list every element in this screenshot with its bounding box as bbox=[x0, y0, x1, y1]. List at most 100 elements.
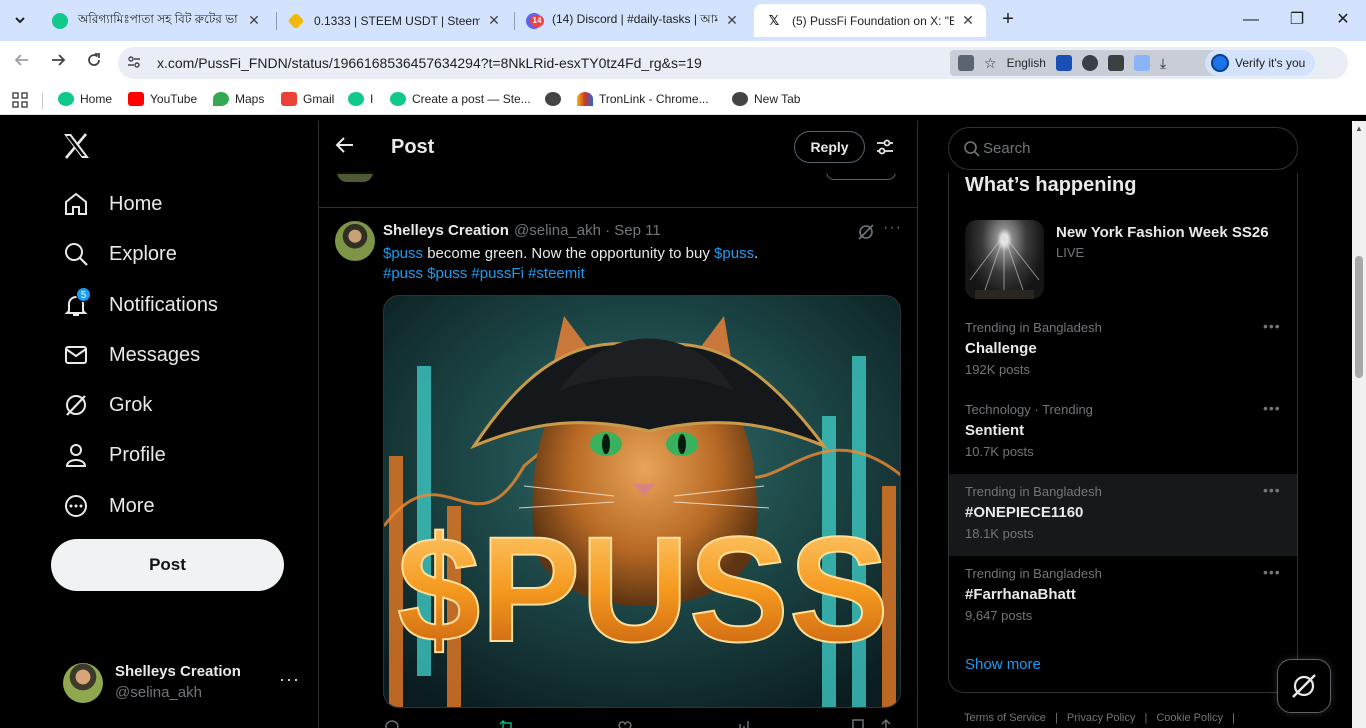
star-icon[interactable]: ☆ bbox=[984, 55, 997, 72]
url-text[interactable]: x.com/PussFi_FNDN/status/196616853645763… bbox=[157, 55, 702, 71]
like-icon[interactable] bbox=[616, 718, 634, 728]
account-switcher[interactable]: Shelleys Creation @selina_akh ··· bbox=[63, 663, 303, 703]
trend-name: Challenge bbox=[965, 340, 1037, 357]
bookmark-icon[interactable] bbox=[849, 718, 867, 728]
show-more-link[interactable]: Show more bbox=[965, 656, 1041, 673]
extension-icon[interactable] bbox=[1133, 55, 1150, 71]
extension-icon[interactable] bbox=[1081, 55, 1098, 71]
nav-profile[interactable]: Profile bbox=[62, 441, 166, 469]
cashtag-link[interactable]: $puss bbox=[714, 245, 754, 262]
page-scrollbar[interactable]: ▲ bbox=[1352, 121, 1366, 728]
search-input[interactable]: Search bbox=[948, 127, 1298, 170]
avatar bbox=[63, 663, 103, 703]
nav-notifications[interactable]: 5 Notifications bbox=[62, 287, 218, 319]
extension-icon[interactable] bbox=[1055, 55, 1072, 71]
share-icon[interactable] bbox=[877, 718, 895, 728]
trend-more-icon[interactable]: ••• bbox=[1263, 318, 1281, 334]
bookmark-tronlink[interactable]: TronLink - Chrome... bbox=[577, 92, 709, 106]
browser-tab-2[interactable]: 0.1333 | STEEM USDT | Steem to ✕ bbox=[276, 4, 512, 37]
x-favicon-icon: 𝕏 bbox=[766, 12, 782, 29]
nav-label: Profile bbox=[109, 443, 166, 466]
previous-post-edge bbox=[319, 172, 917, 208]
reply-icon[interactable] bbox=[383, 718, 401, 728]
back-button[interactable] bbox=[10, 51, 34, 75]
avatar[interactable] bbox=[335, 221, 375, 261]
trend-count: 18.1K posts bbox=[965, 526, 1034, 541]
bookmark-youtube[interactable]: YouTube bbox=[128, 92, 197, 106]
address-bar[interactable]: x.com/PussFi_FNDN/status/196616853645763… bbox=[118, 47, 1348, 79]
scroll-up-arrow-icon[interactable]: ▲ bbox=[1355, 124, 1363, 133]
new-tab-button[interactable]: + bbox=[996, 8, 1020, 32]
nav-messages[interactable]: Messages bbox=[62, 341, 200, 369]
bookmark-new-tab[interactable]: New Tab bbox=[732, 92, 800, 106]
grok-chat-button[interactable] bbox=[1277, 659, 1331, 713]
close-window-button[interactable]: ✕ bbox=[1320, 6, 1366, 34]
browser-tab-active[interactable]: 𝕏 (5) PussFi Foundation on X: "Eve ✕ bbox=[754, 4, 986, 37]
extension-icon[interactable] bbox=[958, 55, 974, 71]
trend-context: Technology · Trending bbox=[965, 402, 1093, 417]
hashtag-links[interactable]: #puss $puss #pussFi #steemit bbox=[383, 265, 585, 282]
reply-button[interactable]: Reply bbox=[794, 131, 865, 163]
bookmark-steemit[interactable]: I bbox=[348, 92, 373, 106]
post-handle-date[interactable]: @selina_akh · Sep 11 bbox=[514, 222, 661, 239]
scrollbar-thumb[interactable] bbox=[1355, 256, 1363, 378]
verify-identity-button[interactable]: Verify it's you bbox=[1205, 50, 1316, 76]
apps-button[interactable] bbox=[12, 92, 28, 108]
browser-tab-3[interactable]: 14 (14) Discord | #daily-tasks | আম ✕ bbox=[514, 4, 750, 37]
tab-close-icon[interactable]: ✕ bbox=[246, 12, 262, 29]
nav-explore[interactable]: Explore bbox=[62, 240, 177, 268]
terms-link[interactable]: Terms of Service bbox=[964, 712, 1046, 724]
account-more-icon[interactable]: ··· bbox=[279, 669, 300, 690]
puss-cat-illustration: $PUSS bbox=[384, 296, 900, 707]
bookmark-maps[interactable]: Maps bbox=[213, 92, 264, 106]
footer-separator: | bbox=[1054, 712, 1058, 724]
post-button[interactable]: Post bbox=[51, 539, 284, 591]
bookmark-globe[interactable] bbox=[545, 92, 567, 106]
trend-item[interactable]: Trending in Bangladesh Challenge 192K po… bbox=[949, 310, 1297, 392]
nav-grok[interactable]: Grok bbox=[62, 391, 152, 419]
post-more-icon[interactable]: ··· bbox=[883, 219, 902, 237]
trend-more-icon[interactable]: ••• bbox=[1263, 400, 1281, 416]
tab-close-icon[interactable]: ✕ bbox=[486, 12, 502, 29]
bookmark-label: Home bbox=[80, 92, 113, 106]
post-image[interactable]: $PUSS bbox=[383, 295, 901, 708]
trend-item[interactable]: Technology · Trending Sentient 10.7K pos… bbox=[949, 392, 1297, 474]
views-icon[interactable] bbox=[733, 718, 751, 728]
nav-label: More bbox=[109, 494, 155, 517]
tab-close-icon[interactable]: ✕ bbox=[960, 12, 976, 29]
bookmark-home[interactable]: Home bbox=[58, 92, 112, 106]
site-info-icon[interactable] bbox=[126, 55, 142, 71]
x-logo[interactable] bbox=[62, 133, 90, 167]
trend-more-icon[interactable]: ••• bbox=[1263, 564, 1281, 580]
bookmark-create-post[interactable]: Create a post — Ste... bbox=[390, 92, 531, 106]
back-arrow-icon[interactable] bbox=[335, 135, 355, 161]
minimize-button[interactable]: — bbox=[1228, 6, 1274, 34]
tab-search-button[interactable] bbox=[8, 8, 32, 32]
nav-home[interactable]: Home bbox=[62, 190, 162, 218]
download-icon[interactable]: ⤓ bbox=[1160, 55, 1166, 72]
cookie-link[interactable]: Cookie Policy bbox=[1156, 712, 1223, 724]
grok-explain-icon[interactable] bbox=[857, 223, 875, 241]
featured-status: LIVE bbox=[1056, 245, 1085, 260]
sliders-icon[interactable] bbox=[875, 137, 895, 157]
browser-tab-1[interactable]: অরিগ্যামিঃপাতা সহ বিট রুটের ভা ✕ bbox=[40, 4, 272, 37]
arrow-left-icon bbox=[14, 54, 28, 66]
trend-item[interactable]: Trending in Bangladesh #ONEPIECE1160 18.… bbox=[949, 474, 1297, 556]
featured-trend[interactable]: New York Fashion Week SS26 LIVE bbox=[965, 220, 1285, 300]
tab-title: (14) Discord | #daily-tasks | আম bbox=[552, 11, 718, 26]
reload-button[interactable] bbox=[82, 51, 106, 75]
trend-item[interactable]: Trending in Bangladesh #FarrhanaBhatt 9,… bbox=[949, 556, 1297, 638]
cashtag-link[interactable]: $puss bbox=[383, 245, 423, 262]
privacy-link[interactable]: Privacy Policy bbox=[1067, 712, 1135, 724]
trend-more-icon[interactable]: ••• bbox=[1263, 482, 1281, 498]
puzzle-icon[interactable] bbox=[1107, 55, 1124, 71]
restore-button[interactable]: ❐ bbox=[1274, 6, 1320, 34]
repost-icon[interactable] bbox=[498, 718, 516, 728]
bookmark-gmail[interactable]: Gmail bbox=[281, 92, 334, 106]
globe-icon bbox=[545, 92, 561, 106]
forward-button[interactable] bbox=[46, 51, 70, 75]
tab-close-icon[interactable]: ✕ bbox=[724, 12, 740, 29]
trend-count: 9,647 posts bbox=[965, 608, 1033, 623]
post-author-name[interactable]: Shelleys Creation bbox=[383, 222, 509, 239]
nav-more[interactable]: More bbox=[62, 492, 155, 520]
